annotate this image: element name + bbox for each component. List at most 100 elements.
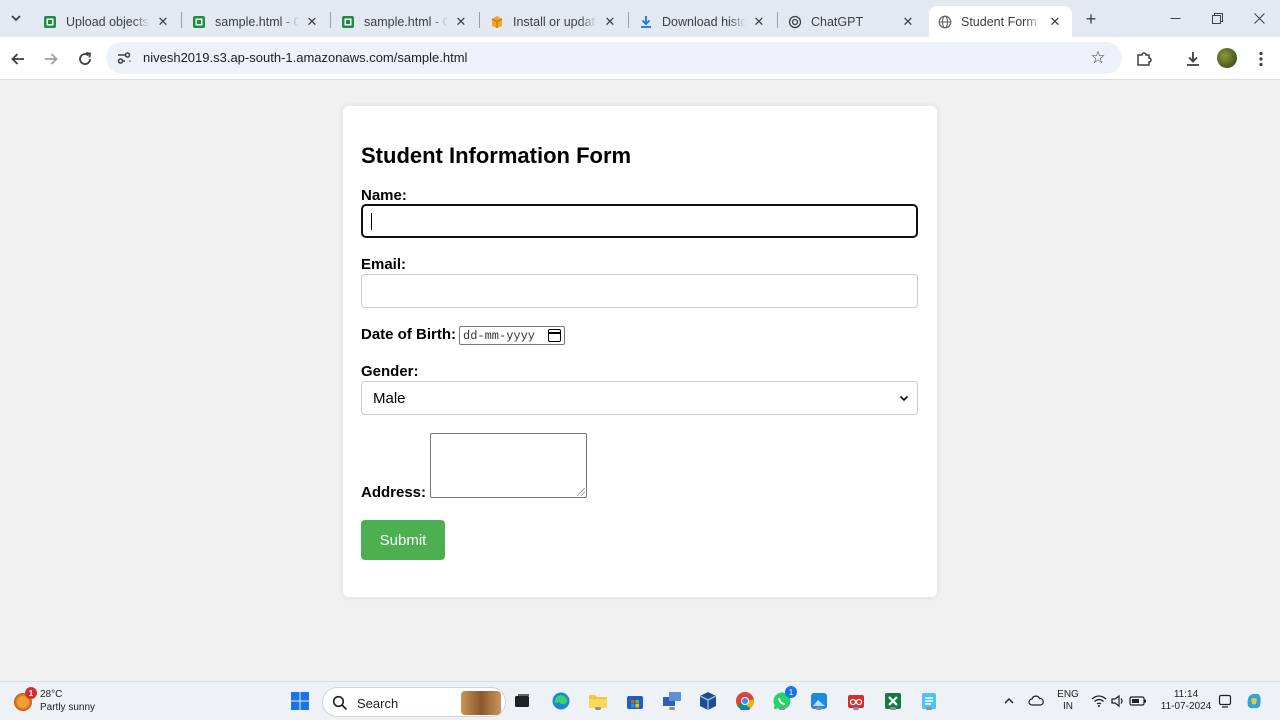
arrow-left-icon	[11, 53, 24, 65]
restore-button[interactable]	[1196, 0, 1238, 37]
language-line-1: ENG	[1057, 689, 1079, 700]
gender-selected-value: Male	[373, 390, 406, 407]
new-tab-button[interactable]: +	[1080, 8, 1102, 30]
chatgpt-icon	[787, 14, 803, 30]
taskbar-app-edge[interactable]	[550, 690, 572, 712]
tab-chatgpt[interactable]: ChatGPT ✕	[779, 6, 925, 37]
speaker-icon	[1111, 694, 1123, 708]
name-label: Name:	[361, 187, 407, 204]
chevron-up-icon	[1004, 698, 1014, 704]
tab-title: Upload objects -	[66, 14, 150, 29]
close-icon[interactable]: ✕	[750, 13, 768, 31]
downloads-button[interactable]	[1180, 46, 1206, 72]
calendar-icon[interactable]	[548, 329, 561, 342]
taskbar-app-remote-desktop[interactable]	[661, 690, 683, 712]
dob-input[interactable]: dd-mm-yyyy	[459, 326, 565, 345]
tab-title: sample.html - Ob	[215, 14, 299, 29]
close-icon[interactable]: ✕	[154, 13, 172, 31]
taskbar-app-notepad[interactable]	[918, 690, 940, 712]
running-indicator	[595, 707, 601, 710]
tab-separator	[777, 12, 778, 28]
close-icon[interactable]: ✕	[1046, 13, 1064, 31]
globe-icon	[937, 14, 953, 30]
tray-volume[interactable]	[1107, 690, 1129, 712]
forward-button[interactable]	[38, 46, 64, 72]
taskbar-search[interactable]: Search	[322, 687, 506, 717]
tray-overflow-button[interactable]	[998, 690, 1020, 712]
start-button[interactable]	[289, 690, 311, 712]
bookmark-star-icon[interactable]: ☆	[1088, 48, 1108, 68]
plus-icon: +	[1085, 8, 1097, 29]
running-indicator	[816, 707, 822, 710]
running-indicator	[779, 707, 785, 710]
weather-widget[interactable]: 1 28°C Partly sunny	[12, 687, 122, 717]
address-bar[interactable]: nivesh2019.s3.ap-south-1.amazonaws.com/s…	[106, 42, 1122, 74]
taskbar-app-whatsapp[interactable]: 1	[771, 686, 797, 712]
taskbar-app-virtualbox[interactable]	[697, 690, 719, 712]
text-caret	[371, 213, 372, 230]
windows-logo-icon	[291, 692, 309, 710]
gender-label: Gender:	[361, 363, 419, 380]
reload-button[interactable]	[72, 46, 98, 72]
tab-sample-html-2[interactable]: sample.html - Ob ✕	[332, 6, 478, 37]
tab-search-button[interactable]	[6, 8, 26, 28]
browser-toolbar: nivesh2019.s3.ap-south-1.amazonaws.com/s…	[0, 37, 1280, 80]
resize-handle[interactable]	[577, 488, 585, 496]
language-indicator[interactable]: ENG IN	[1055, 689, 1081, 713]
clock-date: 11-07-2024	[1160, 701, 1212, 712]
language-line-2: IN	[1063, 701, 1073, 712]
green-sheet-icon	[42, 14, 58, 30]
arrow-right-icon	[45, 53, 58, 65]
taskbar-app-file-explorer[interactable]	[587, 690, 609, 712]
taskbar-app-store[interactable]	[624, 690, 646, 712]
tab-download-history[interactable]: Download history ✕	[630, 6, 776, 37]
taskbar-app-chrome[interactable]	[734, 690, 756, 712]
close-icon[interactable]: ✕	[601, 13, 619, 31]
submit-button[interactable]: Submit	[361, 520, 445, 560]
back-button[interactable]	[5, 46, 31, 72]
dob-label: Date of Birth:	[361, 326, 456, 343]
email-input[interactable]	[361, 274, 918, 308]
taskbar-app-excel[interactable]	[882, 690, 904, 712]
tray-notifications[interactable]	[1214, 690, 1236, 712]
address-textarea[interactable]	[430, 433, 587, 498]
profile-avatar[interactable]	[1217, 48, 1237, 68]
name-input[interactable]	[361, 204, 918, 238]
extensions-button[interactable]	[1131, 46, 1157, 72]
close-icon[interactable]: ✕	[452, 13, 470, 31]
cube-icon	[699, 692, 717, 710]
tray-copilot[interactable]	[1243, 690, 1265, 712]
cloud-icon	[1028, 695, 1044, 706]
tray-battery[interactable]	[1127, 690, 1149, 712]
clock[interactable]: 11:14 11-07-2024	[1155, 689, 1217, 713]
taskbar-app-task-view[interactable]	[511, 690, 533, 712]
tab-separator	[181, 12, 182, 28]
url-text: nivesh2019.s3.ap-south-1.amazonaws.com/s…	[143, 50, 468, 65]
tray-onedrive[interactable]	[1025, 690, 1047, 712]
taskbar-app-snipping-tool[interactable]	[845, 690, 867, 712]
taskbar-app-photos[interactable]	[808, 690, 830, 712]
minimize-button[interactable]	[1154, 0, 1196, 37]
close-icon[interactable]: ✕	[303, 13, 321, 31]
tab-install-or-update[interactable]: Install or update ✕	[481, 6, 627, 37]
tab-title: ChatGPT	[811, 14, 864, 29]
tab-title: sample.html - Ob	[364, 14, 448, 29]
tab-strip: Upload objects - ✕ sample.html - Ob ✕ sa…	[0, 0, 1280, 37]
tab-upload-objects[interactable]: Upload objects - ✕	[34, 6, 180, 37]
weather-temperature: 28°C	[40, 689, 63, 700]
close-icon[interactable]: ✕	[899, 13, 917, 31]
close-window-button[interactable]	[1238, 0, 1280, 37]
tab-title: Download history	[662, 14, 746, 29]
email-label: Email:	[361, 256, 407, 273]
gender-select[interactable]: Male	[361, 381, 918, 415]
tab-title: Install or update	[513, 14, 597, 29]
form-card: Student Information Form Name: Email: Da…	[343, 106, 937, 597]
tab-student-form[interactable]: Student Form ✕	[929, 6, 1072, 37]
orange-box-icon	[489, 14, 505, 30]
tab-sample-html-1[interactable]: sample.html - Ob ✕	[183, 6, 329, 37]
site-info-icon[interactable]	[114, 48, 134, 68]
reload-icon	[79, 52, 92, 65]
menu-button[interactable]	[1248, 46, 1274, 72]
running-indicator	[890, 707, 896, 710]
notification-bell-icon	[1218, 694, 1232, 708]
